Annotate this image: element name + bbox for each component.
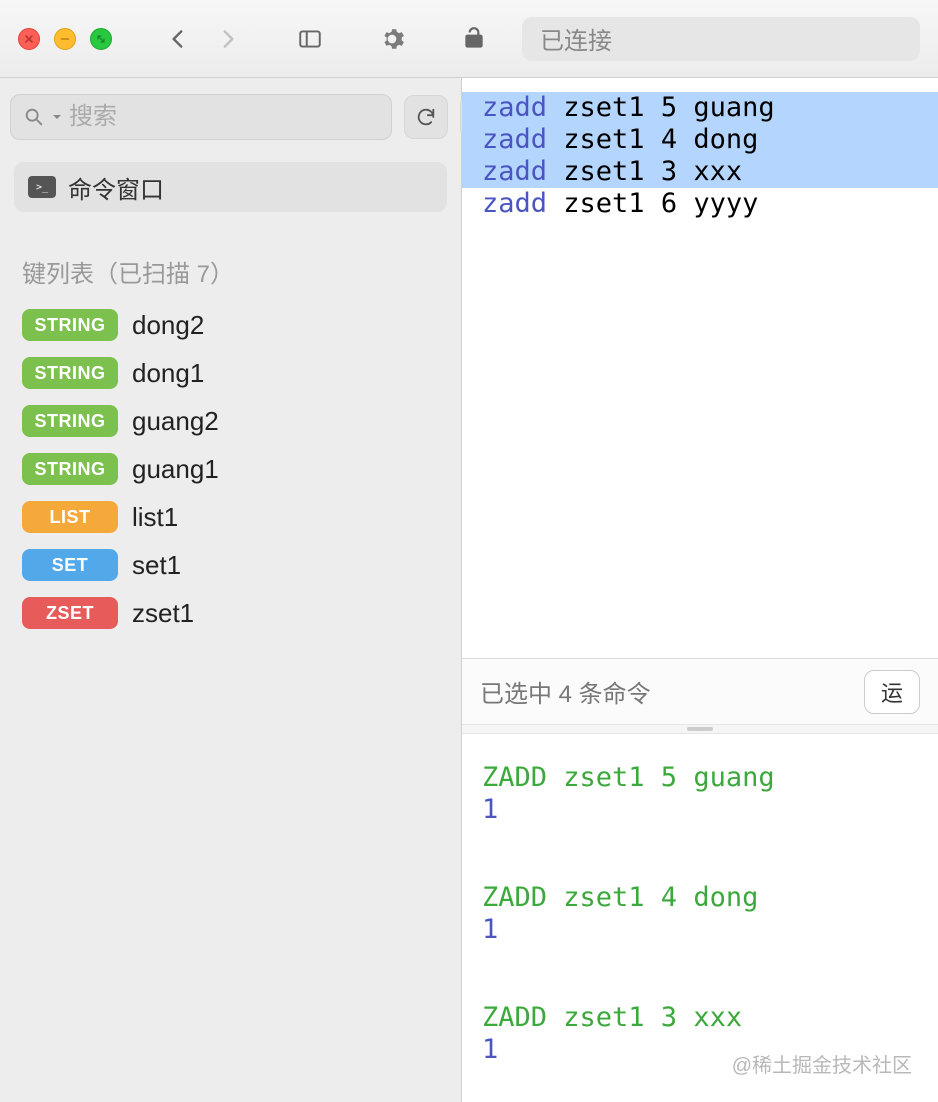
output-command: ZADD zset1 3 xxx bbox=[482, 1002, 918, 1034]
watermark: @稀土掘金技术社区 bbox=[732, 1050, 912, 1082]
connection-status-label: 已连接 bbox=[540, 21, 612, 56]
type-badge: STRING bbox=[22, 357, 118, 389]
output-block: ZADD zset1 5 guang1 bbox=[482, 762, 918, 826]
type-badge: SET bbox=[22, 549, 118, 581]
key-name: dong1 bbox=[132, 358, 204, 389]
minimize-button[interactable] bbox=[54, 28, 76, 50]
key-row[interactable]: STRING dong1 bbox=[0, 349, 461, 397]
output-block: ZADD zset1 4 dong1 bbox=[482, 882, 918, 946]
key-list-header: 键列表（已扫描 7） bbox=[0, 224, 461, 297]
status-bar: 已选中 4 条命令 运 bbox=[462, 658, 938, 724]
key-row[interactable]: ZSET zset1 bbox=[0, 589, 461, 637]
output-command: ZADD zset1 4 dong bbox=[482, 882, 918, 914]
refresh-button[interactable] bbox=[404, 95, 448, 139]
output-result: 1 bbox=[482, 794, 918, 826]
output-result: 1 bbox=[482, 914, 918, 946]
output-command: ZADD zset1 5 guang bbox=[482, 762, 918, 794]
command-editor[interactable]: zadd zset1 5 guangzadd zset1 4 dongzadd … bbox=[462, 78, 938, 658]
run-button-label: 运 bbox=[881, 676, 903, 708]
search-row bbox=[0, 78, 461, 154]
terminal-icon: >_ bbox=[28, 176, 56, 198]
code-line[interactable]: zadd zset1 3 xxx bbox=[462, 156, 938, 188]
type-badge: STRING bbox=[22, 453, 118, 485]
forward-button[interactable] bbox=[208, 19, 248, 59]
type-badge: LIST bbox=[22, 501, 118, 533]
key-row[interactable]: LIST list1 bbox=[0, 493, 461, 541]
back-button[interactable] bbox=[158, 19, 198, 59]
key-row[interactable]: STRING guang1 bbox=[0, 445, 461, 493]
lock-icon[interactable] bbox=[454, 19, 494, 59]
zoom-button[interactable] bbox=[90, 28, 112, 50]
key-name: guang1 bbox=[132, 454, 219, 485]
main-split: >_ 命令窗口 键列表（已扫描 7） STRING dong2 STRING dong… bbox=[0, 78, 938, 1102]
close-button[interactable] bbox=[18, 28, 40, 50]
connection-status[interactable]: 已连接 bbox=[522, 17, 920, 61]
key-name: guang2 bbox=[132, 406, 219, 437]
type-badge: STRING bbox=[22, 309, 118, 341]
key-name: set1 bbox=[132, 550, 181, 581]
type-badge: STRING bbox=[22, 405, 118, 437]
selection-status: 已选中 4 条命令 bbox=[480, 674, 651, 709]
type-badge: ZSET bbox=[22, 597, 118, 629]
sidebar: >_ 命令窗口 键列表（已扫描 7） STRING dong2 STRING dong… bbox=[0, 78, 462, 1102]
right-pane: zadd zset1 5 guangzadd zset1 4 dongzadd … bbox=[462, 78, 938, 1102]
settings-button[interactable] bbox=[372, 19, 412, 59]
split-drag-handle[interactable] bbox=[462, 724, 938, 734]
code-line[interactable]: zadd zset1 6 yyyy bbox=[462, 188, 938, 220]
key-name: zset1 bbox=[132, 598, 194, 629]
output-pane: ZADD zset1 5 guang1ZADD zset1 4 dong1ZAD… bbox=[462, 734, 938, 1102]
search-field[interactable] bbox=[69, 103, 379, 131]
sidebar-toggle-button[interactable] bbox=[290, 19, 330, 59]
key-row[interactable]: STRING guang2 bbox=[0, 397, 461, 445]
window-controls bbox=[18, 28, 112, 50]
chevron-down-icon bbox=[51, 111, 63, 123]
toolbar: 已连接 bbox=[0, 0, 938, 78]
key-row[interactable]: SET set1 bbox=[0, 541, 461, 589]
key-row[interactable]: STRING dong2 bbox=[0, 301, 461, 349]
code-line[interactable]: zadd zset1 5 guang bbox=[462, 92, 938, 124]
search-icon bbox=[23, 106, 45, 128]
key-name: list1 bbox=[132, 502, 178, 533]
key-name: dong2 bbox=[132, 310, 204, 341]
command-window-item[interactable]: >_ 命令窗口 bbox=[14, 162, 447, 212]
key-list: STRINGdong2STRINGdong1STRINGguang2STRING… bbox=[0, 297, 461, 641]
run-button[interactable]: 运 bbox=[864, 670, 920, 714]
command-window-label: 命令窗口 bbox=[68, 170, 164, 205]
code-line[interactable]: zadd zset1 4 dong bbox=[462, 124, 938, 156]
search-input[interactable] bbox=[10, 94, 392, 140]
refresh-icon bbox=[415, 106, 437, 128]
